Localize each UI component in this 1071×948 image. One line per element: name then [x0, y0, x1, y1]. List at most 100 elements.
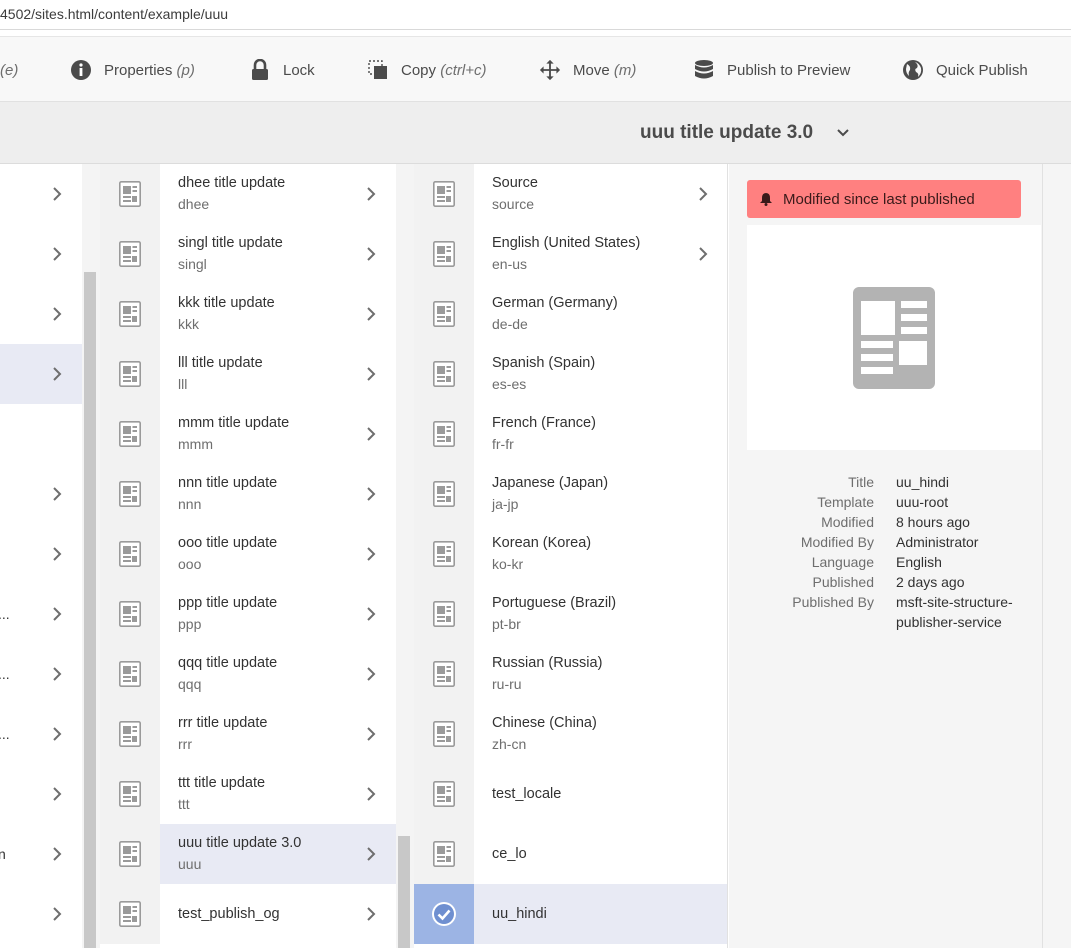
chevron-right-icon[interactable]: [698, 186, 708, 207]
chevron-right-icon[interactable]: [366, 726, 376, 747]
site-item[interactable]: nnn title update nnn: [100, 464, 396, 524]
lock-button[interactable]: Lock: [249, 37, 315, 103]
page-thumbnail[interactable]: [414, 524, 474, 584]
page-thumbnail[interactable]: [414, 644, 474, 704]
properties-button[interactable]: Properties (p): [70, 37, 195, 103]
locale-item[interactable]: Source source: [414, 164, 727, 224]
chevron-right-icon[interactable]: [366, 366, 376, 387]
page-thumbnail[interactable]: [414, 824, 474, 884]
chevron-right-icon[interactable]: [52, 186, 62, 207]
site-item[interactable]: test_publish_og: [100, 884, 396, 944]
list-item[interactable]: [0, 884, 82, 944]
locale-item[interactable]: Japanese (Japan) ja-jp: [414, 464, 727, 524]
list-item[interactable]: [0, 344, 82, 404]
page-thumbnail[interactable]: [100, 464, 160, 524]
chevron-right-icon[interactable]: [52, 306, 62, 327]
copy-button[interactable]: Copy (ctrl+c): [367, 37, 486, 103]
chevron-right-icon[interactable]: [52, 606, 62, 627]
quick-publish-button[interactable]: Quick Publish: [902, 37, 1028, 103]
list-item[interactable]: ...: [0, 644, 82, 704]
column-sites-scrollbar[interactable]: [396, 164, 414, 948]
column-parent-scrollbar[interactable]: [82, 164, 100, 948]
chevron-right-icon[interactable]: [366, 246, 376, 267]
page-thumbnail[interactable]: [414, 704, 474, 764]
chevron-right-icon[interactable]: [52, 246, 62, 267]
list-item[interactable]: [0, 764, 82, 824]
publish-to-preview-button[interactable]: Publish to Preview: [693, 37, 850, 103]
page-thumbnail[interactable]: [100, 524, 160, 584]
list-item[interactable]: [0, 524, 82, 584]
chevron-right-icon[interactable]: [52, 366, 62, 387]
scroll-thumb[interactable]: [84, 272, 96, 948]
list-item[interactable]: [0, 224, 82, 284]
page-thumbnail[interactable]: [100, 824, 160, 884]
chevron-right-icon[interactable]: [366, 486, 376, 507]
site-item[interactable]: mmm title update mmm: [100, 404, 396, 464]
locale-item[interactable]: French (France) fr-fr: [414, 404, 727, 464]
page-thumbnail[interactable]: [414, 404, 474, 464]
chevron-right-icon[interactable]: [52, 906, 62, 927]
page-thumbnail[interactable]: [414, 284, 474, 344]
page-thumbnail[interactable]: [414, 584, 474, 644]
address-bar[interactable]: 4502/sites.html/content/example/uuu: [0, 0, 1071, 30]
page-thumbnail[interactable]: [100, 644, 160, 704]
list-item[interactable]: [0, 284, 82, 344]
chevron-right-icon[interactable]: [366, 306, 376, 327]
locale-item[interactable]: ce_lo: [414, 824, 727, 884]
page-thumbnail[interactable]: [414, 884, 474, 944]
site-item[interactable]: kkk title update kkk: [100, 284, 396, 344]
check-icon[interactable]: [431, 901, 457, 927]
locale-item[interactable]: Korean (Korea) ko-kr: [414, 524, 727, 584]
list-item[interactable]: ...: [0, 704, 82, 764]
page-thumbnail[interactable]: [100, 404, 160, 464]
locale-item[interactable]: English (United States) en-us: [414, 224, 727, 284]
chevron-right-icon[interactable]: [366, 546, 376, 567]
page-thumbnail[interactable]: [100, 344, 160, 404]
chevron-down-icon[interactable]: [836, 126, 850, 145]
site-item[interactable]: lll title update lll: [100, 344, 396, 404]
page-thumbnail[interactable]: [414, 224, 474, 284]
page-thumbnail[interactable]: [414, 164, 474, 224]
site-item[interactable]: ppp title update ppp: [100, 584, 396, 644]
locale-item[interactable]: Spanish (Spain) es-es: [414, 344, 727, 404]
site-item[interactable]: singl title update singl: [100, 224, 396, 284]
page-thumbnail[interactable]: [100, 764, 160, 824]
page-thumbnail[interactable]: [100, 164, 160, 224]
chevron-right-icon[interactable]: [52, 546, 62, 567]
page-thumbnail[interactable]: [100, 704, 160, 764]
chevron-right-icon[interactable]: [366, 666, 376, 687]
chevron-right-icon[interactable]: [52, 786, 62, 807]
page-thumbnail[interactable]: [100, 284, 160, 344]
site-item[interactable]: rrr title update rrr: [100, 704, 396, 764]
chevron-right-icon[interactable]: [366, 786, 376, 807]
chevron-right-icon[interactable]: [52, 846, 62, 867]
list-item[interactable]: [0, 164, 82, 224]
page-title[interactable]: uuu title update 3.0: [640, 102, 813, 164]
locale-item[interactable]: uu_hindi: [414, 884, 727, 944]
locale-item[interactable]: Portuguese (Brazil) pt-br: [414, 584, 727, 644]
chevron-right-icon[interactable]: [366, 426, 376, 447]
move-button[interactable]: Move (m): [539, 37, 636, 103]
chevron-right-icon[interactable]: [366, 906, 376, 927]
chevron-right-icon[interactable]: [698, 246, 708, 267]
locale-item[interactable]: test_locale: [414, 764, 727, 824]
site-item[interactable]: ttt title update ttt: [100, 764, 396, 824]
page-thumbnail[interactable]: [100, 224, 160, 284]
locale-item[interactable]: Russian (Russia) ru-ru: [414, 644, 727, 704]
site-item[interactable]: uuu title update 3.0 uuu: [100, 824, 396, 884]
chevron-right-icon[interactable]: [366, 846, 376, 867]
site-item[interactable]: dhee title update dhee: [100, 164, 396, 224]
page-thumbnail[interactable]: [100, 884, 160, 944]
locale-item[interactable]: German (Germany) de-de: [414, 284, 727, 344]
chevron-right-icon[interactable]: [366, 186, 376, 207]
chevron-right-icon[interactable]: [52, 486, 62, 507]
site-item[interactable]: ooo title update ooo: [100, 524, 396, 584]
list-item[interactable]: n: [0, 824, 82, 884]
chevron-right-icon[interactable]: [52, 666, 62, 687]
list-item[interactable]: [0, 464, 82, 524]
page-thumbnail[interactable]: [414, 344, 474, 404]
chevron-right-icon[interactable]: [52, 726, 62, 747]
cut-fragment[interactable]: (e): [0, 37, 18, 103]
chevron-right-icon[interactable]: [366, 606, 376, 627]
scroll-thumb[interactable]: [398, 836, 410, 948]
